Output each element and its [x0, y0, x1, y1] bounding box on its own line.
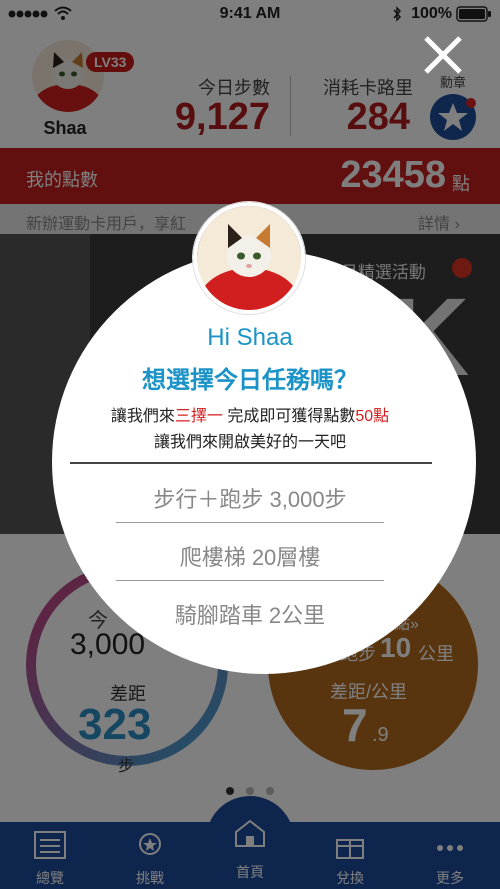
popup-line2: 讓我們來開啟美好的一天吧: [153, 434, 346, 451]
popup-greeting: Hi Shaa: [207, 324, 293, 351]
task-option-bike[interactable]: 騎腳踏車 2公里: [0, 598, 500, 630]
divider: [116, 522, 384, 523]
popup-question: 想選擇今日任務嗎？: [142, 367, 358, 394]
cat-avatar-image: [197, 206, 301, 310]
popup-line1-text: 讓我們來: [110, 408, 175, 425]
popup-line1-highlight: 50點: [355, 408, 390, 425]
task-option-stairs[interactable]: 爬樓梯 20層樓: [0, 540, 500, 572]
divider: [116, 580, 384, 581]
popup-avatar: [193, 202, 305, 314]
popup-line1-highlight: 三擇一: [174, 408, 223, 425]
divider: [70, 462, 432, 464]
popup-line1: 讓我們來三擇一 完成即可獲得點數50點: [0, 402, 500, 426]
popup-line1-text: 完成即可獲得點數: [222, 408, 356, 425]
close-icon[interactable]: [420, 32, 466, 78]
task-option-walk-run[interactable]: 步行＋跑步 3,000步: [0, 482, 500, 514]
